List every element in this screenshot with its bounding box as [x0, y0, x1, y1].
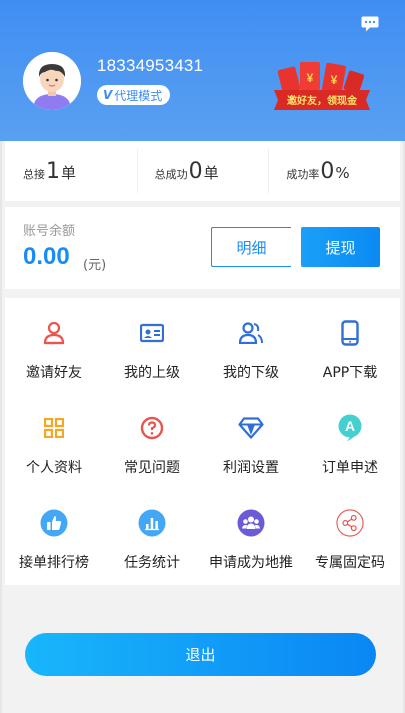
stat-unit: % — [335, 164, 350, 182]
menu-item-my-subordinates[interactable]: 我的下级 — [202, 298, 300, 393]
menu-item-my-superior[interactable]: 我的上级 — [103, 298, 201, 393]
promo-text: 邀好友，领现金 — [287, 96, 357, 107]
profile-header: 18334953431 V 代理模式 ¥ ¥ 邀好友，领现金 — [0, 0, 405, 141]
menu-item-order-ranking[interactable]: 接单排行榜 — [5, 488, 103, 583]
menu-item-label: 利润设置 — [223, 460, 279, 476]
stat-label: 总接 — [23, 168, 45, 181]
detail-button[interactable]: 明细 — [211, 227, 291, 267]
balance-amount: 0.00 — [23, 243, 70, 270]
balance-unit: (元) — [83, 258, 107, 273]
withdraw-button[interactable]: 提现 — [301, 227, 380, 267]
order-stats: 总接 1 单 总成功 0 单 成功率 0 % — [5, 141, 400, 201]
users-icon — [237, 319, 265, 347]
stat-success-orders: 总成功 0 单 — [136, 141, 269, 201]
menu-item-label: 订单申述 — [322, 460, 378, 476]
menu-item-label: 常见问题 — [124, 460, 180, 476]
svg-text:A: A — [345, 418, 355, 434]
menu-item-label: 我的上级 — [124, 365, 180, 381]
menu-item-order-appeal[interactable]: A 订单申述 — [301, 393, 399, 488]
stat-total-orders: 总接 1 单 — [5, 141, 137, 201]
menu-item-profile[interactable]: 个人资料 — [5, 393, 103, 488]
menu-item-invite-friends[interactable]: 邀请好友 — [5, 298, 103, 393]
question-icon — [138, 414, 166, 442]
appeal-icon: A — [336, 414, 364, 442]
stat-label: 成功率 — [286, 168, 320, 181]
avatar-image — [23, 52, 81, 110]
menu-item-faq[interactable]: 常见问题 — [103, 393, 201, 488]
feature-menu-grid: 邀请好友 我的上级 我的下级 APP下载 个人资料 常见问题 利润设置 A 订单… — [5, 298, 400, 585]
account-balance-card: 账号余额 0.00 (元) 明细 提现 — [5, 207, 400, 289]
bar-chart-icon — [138, 509, 166, 537]
menu-item-label: 接单排行榜 — [19, 555, 89, 571]
share-icon — [336, 509, 364, 537]
logout-button[interactable]: 退出 — [25, 633, 376, 676]
diamond-icon — [237, 414, 265, 442]
menu-item-label: 邀请好友 — [26, 365, 82, 381]
team-icon — [237, 509, 265, 537]
page-edge-left — [0, 141, 2, 713]
agent-mode-label: 代理模式 — [114, 88, 163, 103]
menu-item-profit-settings[interactable]: 利润设置 — [202, 393, 300, 488]
menu-item-exclusive-code[interactable]: 专属固定码 — [301, 488, 399, 583]
menu-item-label: APP下载 — [322, 365, 378, 381]
menu-item-task-stats[interactable]: 任务统计 — [103, 488, 201, 583]
yen-icon: ¥ — [307, 71, 314, 85]
agent-mode-badge[interactable]: V 代理模式 — [97, 85, 171, 105]
balance-title: 账号余额 — [23, 224, 76, 239]
stat-label: 总成功 — [154, 168, 188, 181]
stat-value: 1 — [46, 159, 60, 184]
menu-item-label: 个人资料 — [26, 460, 82, 476]
verified-icon: V — [103, 88, 113, 102]
stat-success-rate: 成功率 0 % — [268, 141, 400, 201]
menu-item-label: 我的下级 — [223, 365, 279, 381]
yen-icon: ¥ — [331, 73, 338, 87]
user-phone: 18334953431 — [97, 56, 204, 75]
stat-unit: 单 — [61, 164, 77, 182]
stat-value: 0 — [188, 159, 203, 184]
invite-promo-banner[interactable]: ¥ ¥ 邀好友，领现金 — [272, 58, 372, 112]
menu-item-label: 任务统计 — [124, 555, 180, 571]
id-card-icon — [138, 319, 166, 347]
avatar[interactable] — [23, 52, 81, 110]
thumb-up-icon — [40, 509, 68, 537]
grid-icon — [40, 414, 68, 442]
menu-item-apply-promoter[interactable]: 申请成为地推 — [202, 488, 300, 583]
stat-value: 0 — [320, 159, 335, 184]
stat-unit: 单 — [203, 164, 219, 182]
menu-item-app-download[interactable]: APP下载 — [301, 298, 399, 393]
message-icon[interactable] — [361, 16, 379, 32]
menu-item-label: 专属固定码 — [315, 555, 385, 571]
menu-item-label: 申请成为地推 — [209, 555, 293, 571]
phone-icon — [336, 319, 364, 347]
invite-user-icon — [40, 319, 68, 347]
